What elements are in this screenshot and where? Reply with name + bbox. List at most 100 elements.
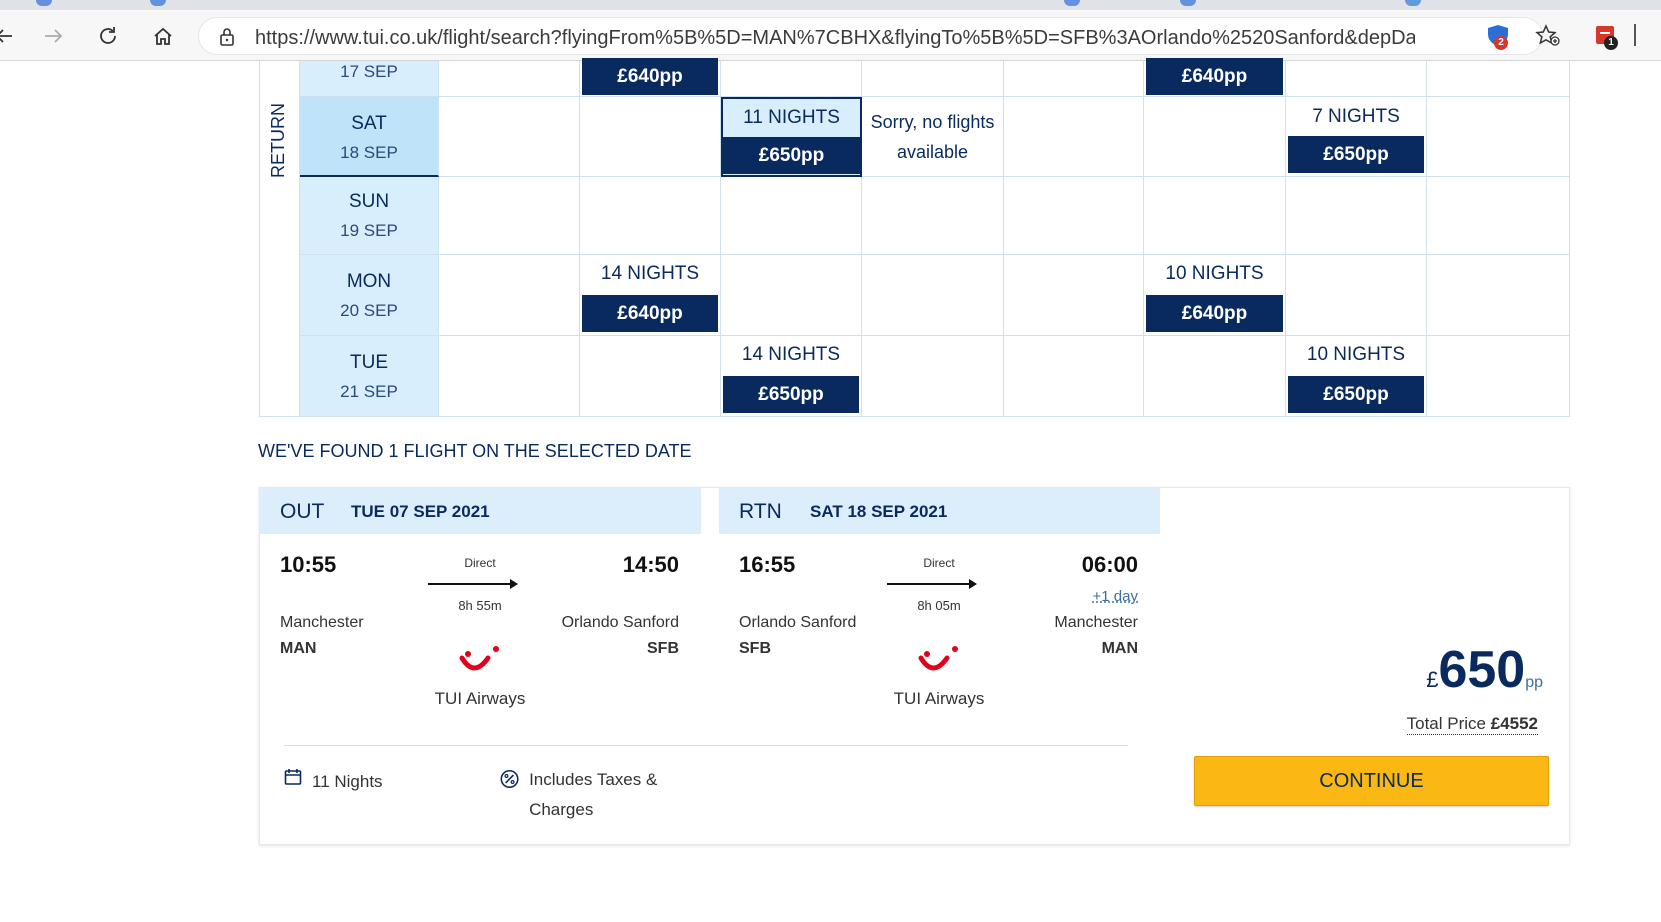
- grid-cell[interactable]: 10 NIGHTS £640pp: [1144, 255, 1286, 336]
- grid-cell[interactable]: [862, 255, 1004, 336]
- address-bar[interactable]: https://www.tui.co.uk/flight/search?flyi…: [198, 17, 1543, 55]
- leg-direction: RTN: [739, 500, 782, 523]
- nights-label: 11 NIGHTS: [743, 107, 840, 128]
- origin-city: Orlando Sanford: [739, 614, 857, 631]
- tab-favicon-hint[interactable]: [150, 0, 166, 6]
- price-tag[interactable]: £650pp: [723, 376, 859, 413]
- grid-cell[interactable]: [580, 177, 721, 255]
- toolbar-menu-edge[interactable]: [1634, 24, 1636, 46]
- home-icon: [154, 27, 172, 45]
- grid-cell[interactable]: [1144, 336, 1286, 417]
- day-of-week: SAT: [351, 113, 387, 134]
- price-tag[interactable]: £640pp: [1146, 58, 1283, 95]
- grid-cell[interactable]: [1004, 61, 1144, 97]
- forward-button[interactable]: [40, 22, 68, 50]
- nights-label: 14 NIGHTS: [600, 263, 700, 284]
- grid-cell[interactable]: 14 NIGHTS £650pp: [721, 336, 862, 417]
- taxes-info: Includes Taxes & Charges: [500, 768, 700, 825]
- grid-cell[interactable]: [1286, 61, 1427, 97]
- airline-name: TUI Airways: [434, 689, 526, 708]
- browser-tab-strip: [0, 0, 1661, 10]
- grid-cell[interactable]: [1144, 97, 1286, 177]
- departure-time: 10:55: [280, 552, 337, 577]
- tab-favicon-hint[interactable]: [36, 0, 52, 6]
- url-text[interactable]: https://www.tui.co.uk/flight/search?flyi…: [255, 27, 1415, 50]
- grid-cell[interactable]: [1427, 97, 1570, 177]
- tui-logo-icon: [456, 644, 504, 683]
- tab-favicon-hint[interactable]: [1405, 0, 1421, 6]
- grid-cell[interactable]: [1427, 336, 1570, 417]
- next-day-indicator[interactable]: +1 day: [1093, 588, 1138, 605]
- grid-cell[interactable]: [439, 336, 580, 417]
- grid-cell[interactable]: £640pp: [1144, 58, 1286, 97]
- stops-label: Direct: [464, 556, 496, 570]
- selected-fare-cell[interactable]: 11 NIGHTS £650pp: [721, 97, 862, 177]
- grid-cell[interactable]: 7 NIGHTS £650pp: [1286, 97, 1427, 177]
- grid-cell[interactable]: [439, 97, 580, 177]
- refresh-button[interactable]: [94, 22, 122, 50]
- price-tag[interactable]: £650pp: [723, 137, 860, 174]
- price-amount: 650: [1438, 641, 1526, 699]
- return-column: RETURN: [260, 61, 300, 416]
- no-flights-line2: available: [896, 142, 969, 162]
- tab-favicon-hint[interactable]: [1180, 0, 1196, 6]
- total-price-label: Total Price: [1406, 714, 1486, 733]
- return-day-18-sep: SAT 18 SEP: [300, 97, 439, 177]
- tab-favicon-hint[interactable]: [1064, 0, 1080, 6]
- grid-cell[interactable]: [862, 61, 1004, 97]
- destination-code: MAN: [1101, 640, 1138, 657]
- grid-cell[interactable]: 14 NIGHTS £640pp: [580, 255, 721, 336]
- grid-cell[interactable]: [1004, 97, 1144, 177]
- price-tag[interactable]: £640pp: [582, 58, 718, 95]
- outbound-leg-header: OUT TUE 07 SEP 2021: [260, 488, 701, 534]
- back-button[interactable]: [0, 22, 18, 50]
- grid-cell[interactable]: 10 NIGHTS £650pp: [1286, 336, 1427, 417]
- day-date: 17 SEP: [340, 62, 398, 81]
- nights-label: 14 NIGHTS: [741, 344, 841, 365]
- grid-cell[interactable]: [439, 255, 580, 336]
- grid-cell[interactable]: [1004, 255, 1144, 336]
- grid-cell[interactable]: [721, 255, 862, 336]
- favorites-button[interactable]: [1535, 24, 1561, 53]
- grid-cell[interactable]: [580, 336, 721, 417]
- grid-cell[interactable]: [862, 177, 1004, 255]
- return-day-17-sep: 17 SEP: [300, 61, 439, 97]
- grid-cell[interactable]: [1427, 177, 1570, 255]
- grid-cell[interactable]: [439, 61, 580, 97]
- grid-cell[interactable]: [721, 61, 862, 97]
- grid-cell[interactable]: [1286, 255, 1427, 336]
- price-currency: £: [1426, 667, 1439, 692]
- return-day-21-sep: TUE 21 SEP: [300, 336, 439, 417]
- arrival-time: 14:50: [622, 552, 679, 577]
- total-price-value: £4552: [1490, 714, 1538, 733]
- grid-cell[interactable]: [1004, 177, 1144, 255]
- lock-icon[interactable]: [219, 27, 235, 52]
- continue-button[interactable]: CONTINUE: [1194, 756, 1549, 806]
- grid-cell[interactable]: [1286, 177, 1427, 255]
- grid-cell[interactable]: [1144, 177, 1286, 255]
- grid-cell[interactable]: [1004, 336, 1144, 417]
- nights-label: 10 NIGHTS: [1165, 263, 1264, 284]
- grid-cell[interactable]: [1427, 255, 1570, 336]
- price-tag[interactable]: £640pp: [1146, 295, 1283, 332]
- grid-cell[interactable]: [439, 177, 580, 255]
- price-tag[interactable]: £650pp: [1288, 376, 1424, 413]
- grid-cell[interactable]: £640pp: [580, 58, 721, 97]
- calendar-icon: [284, 769, 302, 785]
- no-flights-line1: Sorry, no flights: [870, 112, 995, 132]
- grid-cell[interactable]: [862, 336, 1004, 417]
- price-per-person: £650pp: [1426, 640, 1543, 700]
- extension-red-button[interactable]: 1: [1594, 24, 1620, 53]
- home-button[interactable]: [149, 22, 177, 50]
- grid-cell[interactable]: [721, 177, 862, 255]
- refresh-icon: [100, 27, 116, 44]
- grid-cell[interactable]: [580, 97, 721, 177]
- extension-shield-button[interactable]: 2: [1484, 24, 1510, 53]
- destination-code: SFB: [647, 640, 679, 657]
- total-price[interactable]: Total Price £4552: [1406, 714, 1538, 735]
- back-arrow-icon: [0, 29, 12, 43]
- grid-cell[interactable]: [1427, 61, 1570, 97]
- price-tag[interactable]: £650pp: [1288, 136, 1424, 173]
- day-of-week: TUE: [350, 352, 388, 373]
- price-tag[interactable]: £640pp: [582, 295, 718, 332]
